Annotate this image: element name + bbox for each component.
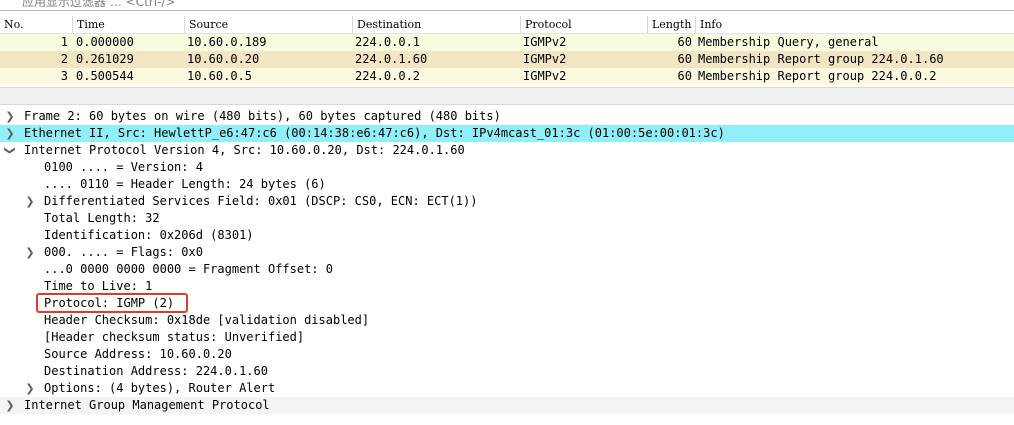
tree-field-source-address[interactable]: Source Address: 10.60.0.20 (0, 346, 1014, 363)
tree-field-identification[interactable]: Identification: 0x206d (8301) (0, 227, 1014, 244)
display-filter-bar[interactable]: 应用显示过滤器 … <Ctrl-/> (0, 0, 1014, 11)
tree-item-label: Options: (4 bytes), Router Alert (44, 381, 276, 395)
tree-field-header-checksum[interactable]: Header Checksum: 0x18de [validation disa… (0, 312, 1014, 329)
column-header-no[interactable]: No. (0, 16, 72, 33)
tree-item-label: Internet Group Management Protocol (24, 398, 270, 412)
tree-field-dsfield[interactable]: ❯ Differentiated Services Field: 0x01 (D… (0, 193, 1014, 210)
tree-item-ethernet[interactable]: ❯ Ethernet II, Src: HewlettP_e6:47:c6 (0… (0, 125, 1014, 142)
packet-info: Membership Report group 224.0.1.60 (698, 52, 944, 66)
tree-item-label: Identification: 0x206d (8301) (44, 228, 254, 242)
packet-time: 0.500544 (76, 69, 134, 83)
tree-item-frame[interactable]: ❯ Frame 2: 60 bytes on wire (480 bits), … (0, 108, 1014, 125)
tree-item-label: .... 0110 = Header Length: 24 bytes (6) (44, 177, 326, 191)
tree-item-label: 000. .... = Flags: 0x0 (44, 245, 203, 259)
column-header-destination[interactable]: Destination (352, 16, 520, 33)
tree-item-label: Ethernet II, Src: HewlettP_e6:47:c6 (00:… (24, 126, 725, 140)
pane-splitter[interactable] (0, 87, 1014, 105)
tree-item-label: Frame 2: 60 bytes on wire (480 bits), 60… (24, 109, 501, 123)
tree-field-version[interactable]: 0100 .... = Version: 4 (0, 159, 1014, 176)
tree-field-checksum-status[interactable]: [Header checksum status: Unverified] (0, 329, 1014, 346)
packet-length: 60 (677, 52, 692, 66)
tree-field-destination-address[interactable]: Destination Address: 224.0.1.60 (0, 363, 1014, 380)
column-header-protocol[interactable]: Protocol (520, 16, 647, 33)
packet-row[interactable]: 1 0.000000 10.60.0.189 224.0.0.1 IGMPv2 … (0, 34, 1014, 51)
packet-protocol: IGMPv2 (523, 52, 567, 66)
chevron-down-icon[interactable]: ❯ (2, 145, 19, 157)
packet-time: 0.261029 (76, 52, 134, 66)
packet-destination: 224.0.0.1 (355, 35, 421, 49)
tree-item-label: [Header checksum status: Unverified] (44, 330, 305, 344)
tree-item-label: 0100 .... = Version: 4 (44, 160, 203, 174)
packet-length: 60 (677, 69, 692, 83)
chevron-right-icon[interactable]: ❯ (4, 397, 16, 414)
packet-time: 0.000000 (76, 35, 134, 49)
packet-row-selected[interactable]: 2 0.261029 10.60.0.20 224.0.1.60 IGMPv2 … (0, 51, 1014, 68)
packet-destination: 224.0.0.2 (355, 69, 421, 83)
column-header-length[interactable]: Length (647, 16, 695, 33)
chevron-right-icon[interactable]: ❯ (24, 244, 36, 261)
tree-field-total-length[interactable]: Total Length: 32 (0, 210, 1014, 227)
column-header-source[interactable]: Source (184, 16, 352, 33)
packet-source: 10.60.0.5 (187, 69, 253, 83)
packet-source: 10.60.0.20 (187, 52, 260, 66)
packet-length: 60 (677, 35, 692, 49)
tree-item-ipv4[interactable]: ❯ Internet Protocol Version 4, Src: 10.6… (0, 142, 1014, 159)
packet-info: Membership Report group 224.0.0.2 (698, 69, 937, 83)
tree-item-label: Differentiated Services Field: 0x01 (DSC… (44, 194, 478, 208)
tree-field-header-length[interactable]: .... 0110 = Header Length: 24 bytes (6) (0, 176, 1014, 193)
tree-item-label: Total Length: 32 (44, 211, 160, 225)
packet-no: 3 (60, 69, 68, 83)
tree-item-label: Destination Address: 224.0.1.60 (44, 364, 268, 378)
packet-row[interactable]: 3 0.500544 10.60.0.5 224.0.0.2 IGMPv2 60… (0, 68, 1014, 85)
packet-list-header: No. Time Source Destination Protocol Len… (0, 16, 1014, 34)
packet-protocol: IGMPv2 (523, 69, 567, 83)
packet-source: 10.60.0.189 (187, 35, 267, 49)
tree-item-label: Source Address: 10.60.0.20 (44, 347, 232, 361)
chevron-right-icon[interactable]: ❯ (4, 108, 16, 125)
tree-field-fragment-offset[interactable]: ...0 0000 0000 0000 = Fragment Offset: 0 (0, 261, 1014, 278)
packet-no: 2 (60, 52, 68, 66)
packet-info: Membership Query, general (698, 35, 879, 49)
tree-item-igmp[interactable]: ❯ Internet Group Management Protocol (0, 397, 1014, 414)
packet-destination: 224.0.1.60 (355, 52, 428, 66)
tree-field-flags[interactable]: ❯ 000. .... = Flags: 0x0 (0, 244, 1014, 261)
tree-field-options[interactable]: ❯ Options: (4 bytes), Router Alert (0, 380, 1014, 397)
chevron-right-icon[interactable]: ❯ (24, 193, 36, 210)
annotation-highlight-box (36, 293, 188, 313)
display-filter-input[interactable]: 应用显示过滤器 … <Ctrl-/> (22, 0, 175, 10)
tree-item-label: ...0 0000 0000 0000 = Fragment Offset: 0 (44, 262, 333, 276)
chevron-right-icon[interactable]: ❯ (24, 380, 36, 397)
packet-protocol: IGMPv2 (523, 35, 567, 49)
tree-item-label: Internet Protocol Version 4, Src: 10.60.… (24, 143, 465, 157)
column-header-info[interactable]: Info (695, 16, 1014, 33)
column-header-time[interactable]: Time (72, 16, 184, 33)
chevron-right-icon[interactable]: ❯ (4, 125, 16, 142)
tree-item-label: Header Checksum: 0x18de [validation disa… (44, 313, 370, 327)
packet-no: 1 (60, 35, 68, 49)
